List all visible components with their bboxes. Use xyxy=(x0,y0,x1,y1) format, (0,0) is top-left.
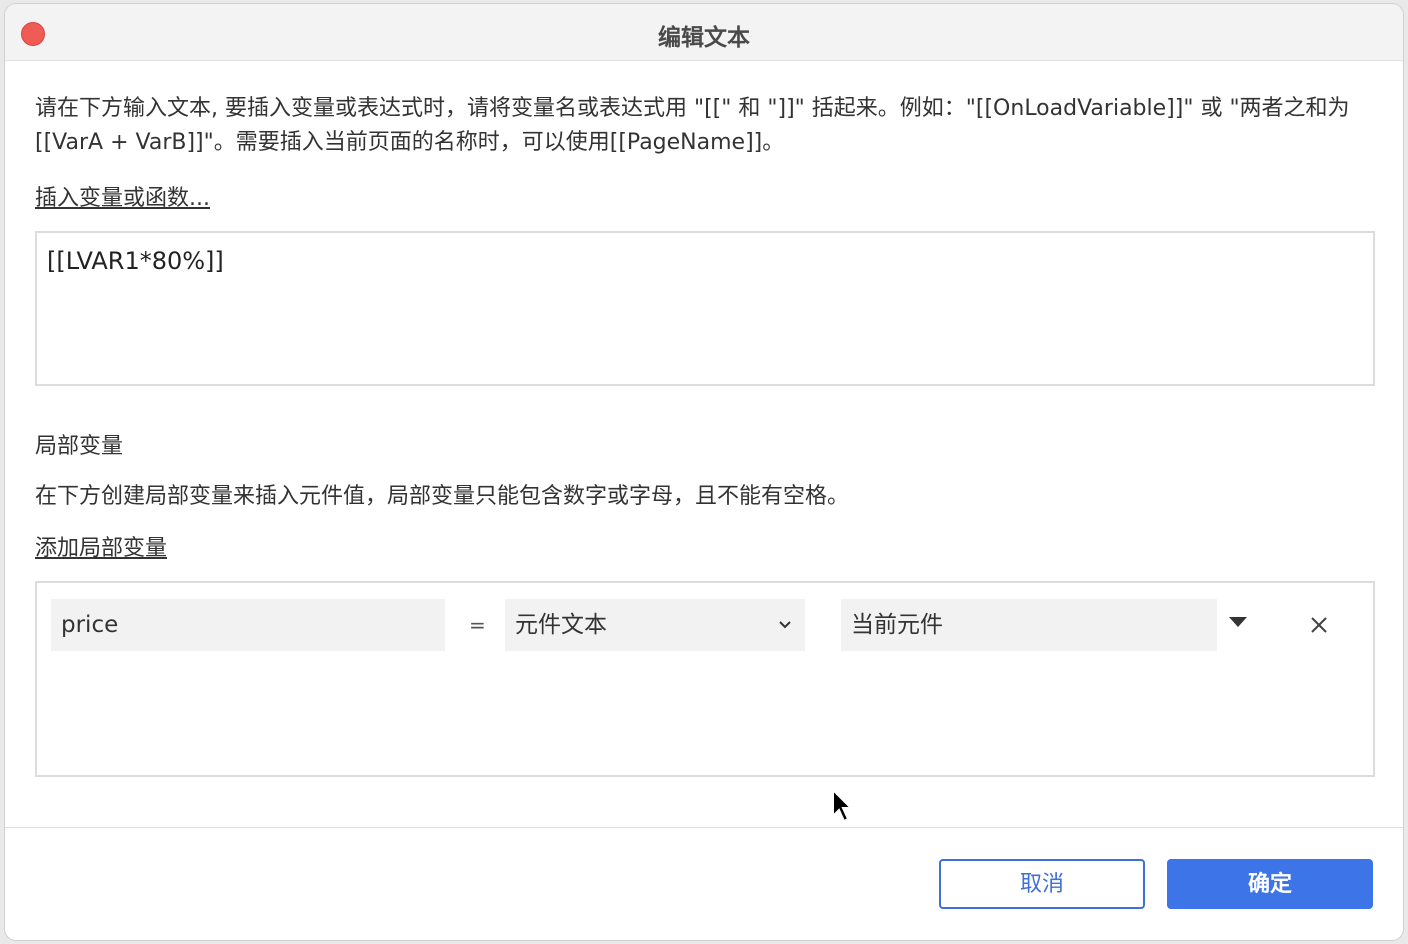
chevron-down-icon xyxy=(779,621,791,629)
cancel-button[interactable]: 取消 xyxy=(939,859,1145,909)
close-icon[interactable] xyxy=(1307,613,1331,637)
variable-type-select[interactable]: 元件文本 xyxy=(505,599,805,651)
edit-text-dialog: 编辑文本 请在下方输入文本, 要插入变量或表达式时，请将变量名或表达式用 "[[… xyxy=(4,3,1404,941)
local-variables-list: price = 元件文本 当前元件 xyxy=(35,581,1375,777)
text-editor-value: [[LVAR1*80%]] xyxy=(47,247,224,275)
footer-divider xyxy=(5,827,1403,828)
ok-button[interactable]: 确定 xyxy=(1167,859,1373,909)
title-bar: 编辑文本 xyxy=(5,4,1403,61)
instructions-text: 请在下方输入文本, 要插入变量或表达式时，请将变量名或表达式用 "[[" 和 "… xyxy=(35,96,1350,155)
dialog-title: 编辑文本 xyxy=(658,25,750,51)
variable-type-value: 元件文本 xyxy=(515,612,607,638)
local-variables-description: 在下方创建局部变量来插入元件值，局部变量只能包含数字或字母，且不能有空格。 xyxy=(35,484,850,509)
variable-target-value: 当前元件 xyxy=(851,612,943,638)
caret-down-icon[interactable] xyxy=(1229,617,1247,627)
variable-name-input[interactable]: price xyxy=(51,599,445,651)
variable-name-value: price xyxy=(61,612,119,638)
add-local-variable-link[interactable]: 添加局部变量 xyxy=(35,530,167,562)
insert-variable-link[interactable]: 插入变量或函数... xyxy=(35,180,210,212)
local-variables-heading: 局部变量 xyxy=(35,434,124,459)
variable-target-select[interactable]: 当前元件 xyxy=(841,599,1217,651)
text-editor[interactable]: [[LVAR1*80%]] xyxy=(35,231,1375,386)
mouse-pointer-icon xyxy=(832,788,853,823)
equals-sign: = xyxy=(469,613,486,637)
